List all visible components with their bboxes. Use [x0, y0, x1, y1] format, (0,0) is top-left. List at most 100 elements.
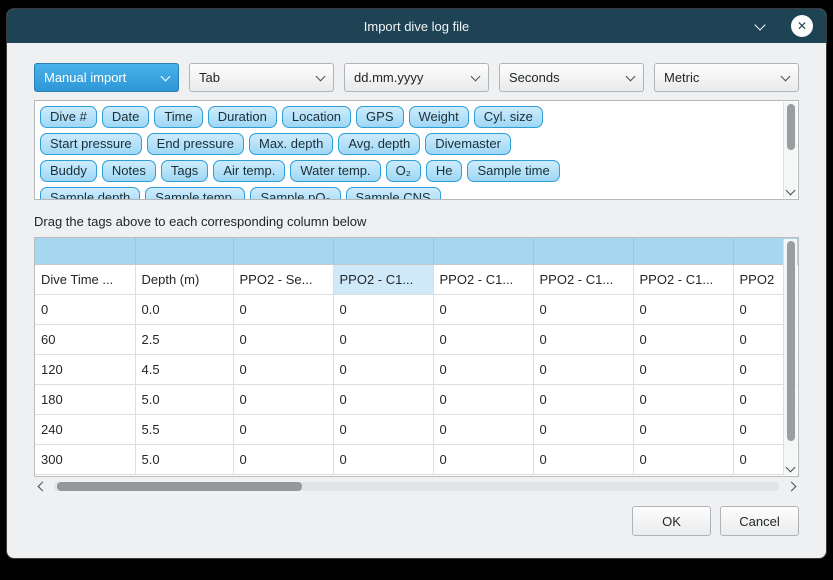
- table-row: 120 4.5 0 0 0 0 0 0: [35, 354, 799, 384]
- cell: 0: [633, 324, 733, 354]
- cell: 5.0: [135, 384, 233, 414]
- column-header: PPO2 - C1...: [533, 264, 633, 294]
- tag-chip[interactable]: Start pressure: [40, 133, 142, 155]
- tag-chip[interactable]: Air temp.: [213, 160, 285, 182]
- cell: 0: [233, 294, 333, 324]
- tag-chip[interactable]: Divemaster: [425, 133, 511, 155]
- tag-chip[interactable]: Avg. depth: [338, 133, 420, 155]
- column-drop-cell[interactable]: [233, 238, 333, 264]
- cell: 0: [233, 444, 333, 474]
- close-button[interactable]: ✕: [791, 15, 813, 37]
- table-row: 60 2.5 0 0 0 0 0 0: [35, 324, 799, 354]
- dialog-buttons: OK Cancel: [34, 506, 799, 536]
- tag-row: Sample depth Sample temp. Sample pO₂ Sam…: [40, 187, 778, 200]
- scrollbar-thumb[interactable]: [57, 482, 302, 491]
- tag-chip[interactable]: Max. depth: [249, 133, 333, 155]
- tag-chip[interactable]: He: [426, 160, 463, 182]
- cell: 0: [633, 414, 733, 444]
- tag-chip[interactable]: Duration: [208, 106, 277, 128]
- tag-chip[interactable]: O₂: [386, 160, 421, 182]
- tag-chip[interactable]: Water temp.: [290, 160, 380, 182]
- tag-chip[interactable]: Sample pO₂: [250, 187, 340, 200]
- units-select[interactable]: Metric: [654, 63, 799, 92]
- cell: 2.5: [135, 324, 233, 354]
- cell: 0: [333, 294, 433, 324]
- cell: 60: [35, 324, 135, 354]
- tag-chip[interactable]: GPS: [356, 106, 403, 128]
- column-drop-cell[interactable]: [35, 238, 135, 264]
- cancel-button[interactable]: Cancel: [720, 506, 799, 536]
- chevron-down-icon: [781, 71, 791, 81]
- screen: { "window": { "title": "Import dive log …: [0, 0, 833, 580]
- tag-row: Start pressure End pressure Max. depth A…: [40, 133, 778, 155]
- import-mode-select[interactable]: Manual import: [34, 63, 179, 92]
- tag-chip[interactable]: Buddy: [40, 160, 97, 182]
- cell: 0: [533, 324, 633, 354]
- column-drop-cell[interactable]: [533, 238, 633, 264]
- column-header: PPO2 - Se...: [233, 264, 333, 294]
- column-drop-cell[interactable]: [633, 238, 733, 264]
- horizontal-scrollbar[interactable]: [34, 479, 799, 494]
- chevron-down-icon: [471, 71, 481, 81]
- tag-chip[interactable]: Sample CNS: [346, 187, 441, 200]
- tag-chip[interactable]: Weight: [409, 106, 469, 128]
- cell: 0: [333, 444, 433, 474]
- column-header: Depth (m): [135, 264, 233, 294]
- cell: 0: [533, 294, 633, 324]
- date-format-select[interactable]: dd.mm.yyyy: [344, 63, 489, 92]
- cell: 180: [35, 384, 135, 414]
- tag-chip[interactable]: Tags: [161, 160, 208, 182]
- column-drop-cell[interactable]: [433, 238, 533, 264]
- tag-chip[interactable]: Location: [282, 106, 351, 128]
- cell: 0: [633, 294, 733, 324]
- field-separator-select[interactable]: Tab: [189, 63, 334, 92]
- cell: 0: [433, 354, 533, 384]
- ok-button[interactable]: OK: [632, 506, 711, 536]
- cell: 0: [433, 324, 533, 354]
- cell: 0: [533, 384, 633, 414]
- tag-chip[interactable]: Notes: [102, 160, 156, 182]
- tag-chip[interactable]: Sample depth: [40, 187, 140, 200]
- cell: 5.5: [135, 414, 233, 444]
- import-dialog: Import dive log file ✕ Manual import Tab…: [7, 9, 826, 558]
- chevron-down-icon[interactable]: [746, 9, 774, 43]
- cell: 0: [633, 354, 733, 384]
- tag-pool-scrollbar[interactable]: [783, 102, 797, 198]
- window-title: Import dive log file: [364, 19, 470, 34]
- tag-chip[interactable]: Dive #: [40, 106, 97, 128]
- tag-chip[interactable]: Cyl. size: [474, 106, 543, 128]
- chevron-down-icon: [161, 71, 171, 81]
- titlebar[interactable]: Import dive log file ✕: [7, 9, 826, 43]
- cell: 0.0: [135, 294, 233, 324]
- instruction-text: Drag the tags above to each correspondin…: [34, 214, 799, 229]
- table-row: 300 5.0 0 0 0 0 0 0: [35, 444, 799, 474]
- chevron-down-icon: [626, 71, 636, 81]
- tag-chip[interactable]: Sample time: [467, 160, 559, 182]
- tag-chip[interactable]: Date: [102, 106, 149, 128]
- column-drop-cell[interactable]: [135, 238, 233, 264]
- table-vertical-scrollbar[interactable]: [783, 239, 797, 475]
- cell: 0: [533, 444, 633, 474]
- scrollbar-thumb[interactable]: [787, 104, 795, 150]
- column-header: PPO2 - C1...: [433, 264, 533, 294]
- scroll-down-arrow[interactable]: [784, 467, 797, 471]
- tag-chip[interactable]: Sample temp.: [145, 187, 245, 200]
- cell: 4.5: [135, 354, 233, 384]
- tag-chip[interactable]: End pressure: [147, 133, 244, 155]
- cell: 240: [35, 414, 135, 444]
- preview-table-wrap: Dive Time ... Depth (m) PPO2 - Se... PPO…: [34, 237, 799, 477]
- cell: 0: [333, 384, 433, 414]
- scroll-left-arrow[interactable]: [36, 483, 48, 490]
- tag-row: Dive # Date Time Duration Location GPS W…: [40, 106, 778, 128]
- cell: 0: [533, 414, 633, 444]
- duration-format-select[interactable]: Seconds: [499, 63, 644, 92]
- scroll-right-arrow[interactable]: [785, 483, 797, 490]
- scrollbar-track[interactable]: [54, 482, 779, 491]
- field-separator-value: Tab: [199, 70, 220, 85]
- tag-chip[interactable]: Time: [154, 106, 202, 128]
- column-drop-cell[interactable]: [333, 238, 433, 264]
- scrollbar-thumb[interactable]: [787, 241, 795, 441]
- tag-row: Buddy Notes Tags Air temp. Water temp. O…: [40, 160, 778, 182]
- cell: 0: [433, 414, 533, 444]
- scroll-down-arrow[interactable]: [784, 190, 797, 194]
